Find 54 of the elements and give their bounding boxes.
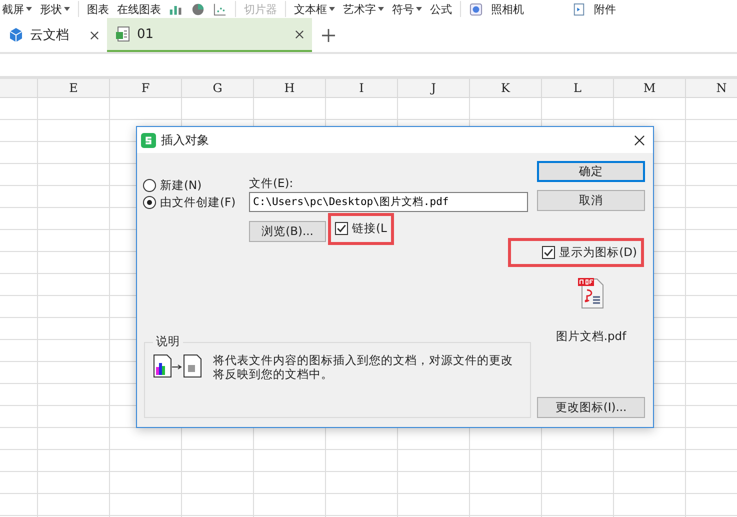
description-text: 将代表文件内容的图标插入到您的文档，对源文件的更改将反映到您的文档中。: [213, 353, 514, 381]
change-icon-button[interactable]: 更改图标(I)...: [537, 397, 645, 418]
checkbox[interactable]: [335, 222, 348, 235]
cube-icon: [8, 27, 24, 43]
column-header[interactable]: H: [254, 79, 326, 97]
close-icon[interactable]: [90, 30, 99, 40]
attachment-icon[interactable]: [572, 2, 586, 16]
camera-icon[interactable]: [469, 2, 483, 16]
browse-button[interactable]: 浏览(B)...: [249, 220, 326, 242]
cancel-button[interactable]: 取消: [537, 190, 645, 211]
checkbox[interactable]: [542, 246, 556, 259]
radio-button[interactable]: [143, 179, 156, 192]
dialog-title: 插入对象: [161, 132, 210, 148]
toolbar-button[interactable]: 截屏: [2, 2, 32, 16]
file-path-field[interactable]: C:\Users\pc\Desktop\图片文档.pdf: [249, 192, 528, 212]
column-header[interactable]: F: [110, 79, 182, 97]
column-header[interactable]: J: [398, 79, 470, 97]
add-tab-icon[interactable]: [322, 28, 335, 42]
document-tab[interactable]: 云文档: [0, 18, 107, 52]
display-as-icon-checkbox[interactable]: 显示为图标(D): [542, 245, 637, 260]
toolbar-button[interactable]: 在线图表: [117, 2, 161, 16]
tab-label: 01: [137, 26, 155, 42]
column-header[interactable]: M: [614, 79, 686, 97]
pie-chart-icon[interactable]: [191, 2, 205, 16]
toolbar-button[interactable]: 附件: [594, 2, 616, 16]
column-header[interactable]: N: [686, 79, 737, 97]
radio-option[interactable]: 新建(N): [143, 178, 241, 193]
radio-button[interactable]: [143, 196, 156, 209]
close-icon[interactable]: [634, 134, 645, 146]
toolbar-button[interactable]: 符号: [392, 2, 422, 16]
group-title: 说明: [153, 334, 183, 349]
toolbar-button[interactable]: 照相机: [491, 2, 524, 16]
toolbar-button[interactable]: 艺术字: [343, 2, 384, 16]
app-icon: [141, 132, 156, 148]
column-header[interactable]: I: [326, 79, 398, 97]
toolbar-button[interactable]: 文本框: [294, 2, 335, 16]
icon-caption: 图片文档.pdf: [554, 329, 628, 344]
tab-label: 云文档: [30, 27, 70, 44]
toolbar-button[interactable]: 形状: [40, 2, 70, 16]
radio-option[interactable]: 由文件创建(F): [143, 195, 241, 210]
pdf-file-icon: [578, 277, 604, 309]
ok-button[interactable]: 确定: [537, 161, 645, 182]
column-header[interactable]: G: [182, 79, 254, 97]
field-label: 文件(E):: [249, 176, 294, 191]
link-checkbox[interactable]: 链接(L: [335, 221, 387, 236]
column-header[interactable]: L: [542, 79, 614, 97]
toolbar-button[interactable]: 公式: [430, 2, 452, 16]
column-header[interactable]: K: [470, 79, 542, 97]
close-icon[interactable]: [295, 30, 304, 38]
scatter-chart-icon[interactable]: [213, 2, 227, 16]
column-header[interactable]: E: [38, 79, 110, 97]
spreadsheet-icon: [115, 26, 131, 42]
toolbar-button[interactable]: 图表: [87, 2, 109, 16]
document-tab[interactable]: 01: [107, 18, 312, 52]
